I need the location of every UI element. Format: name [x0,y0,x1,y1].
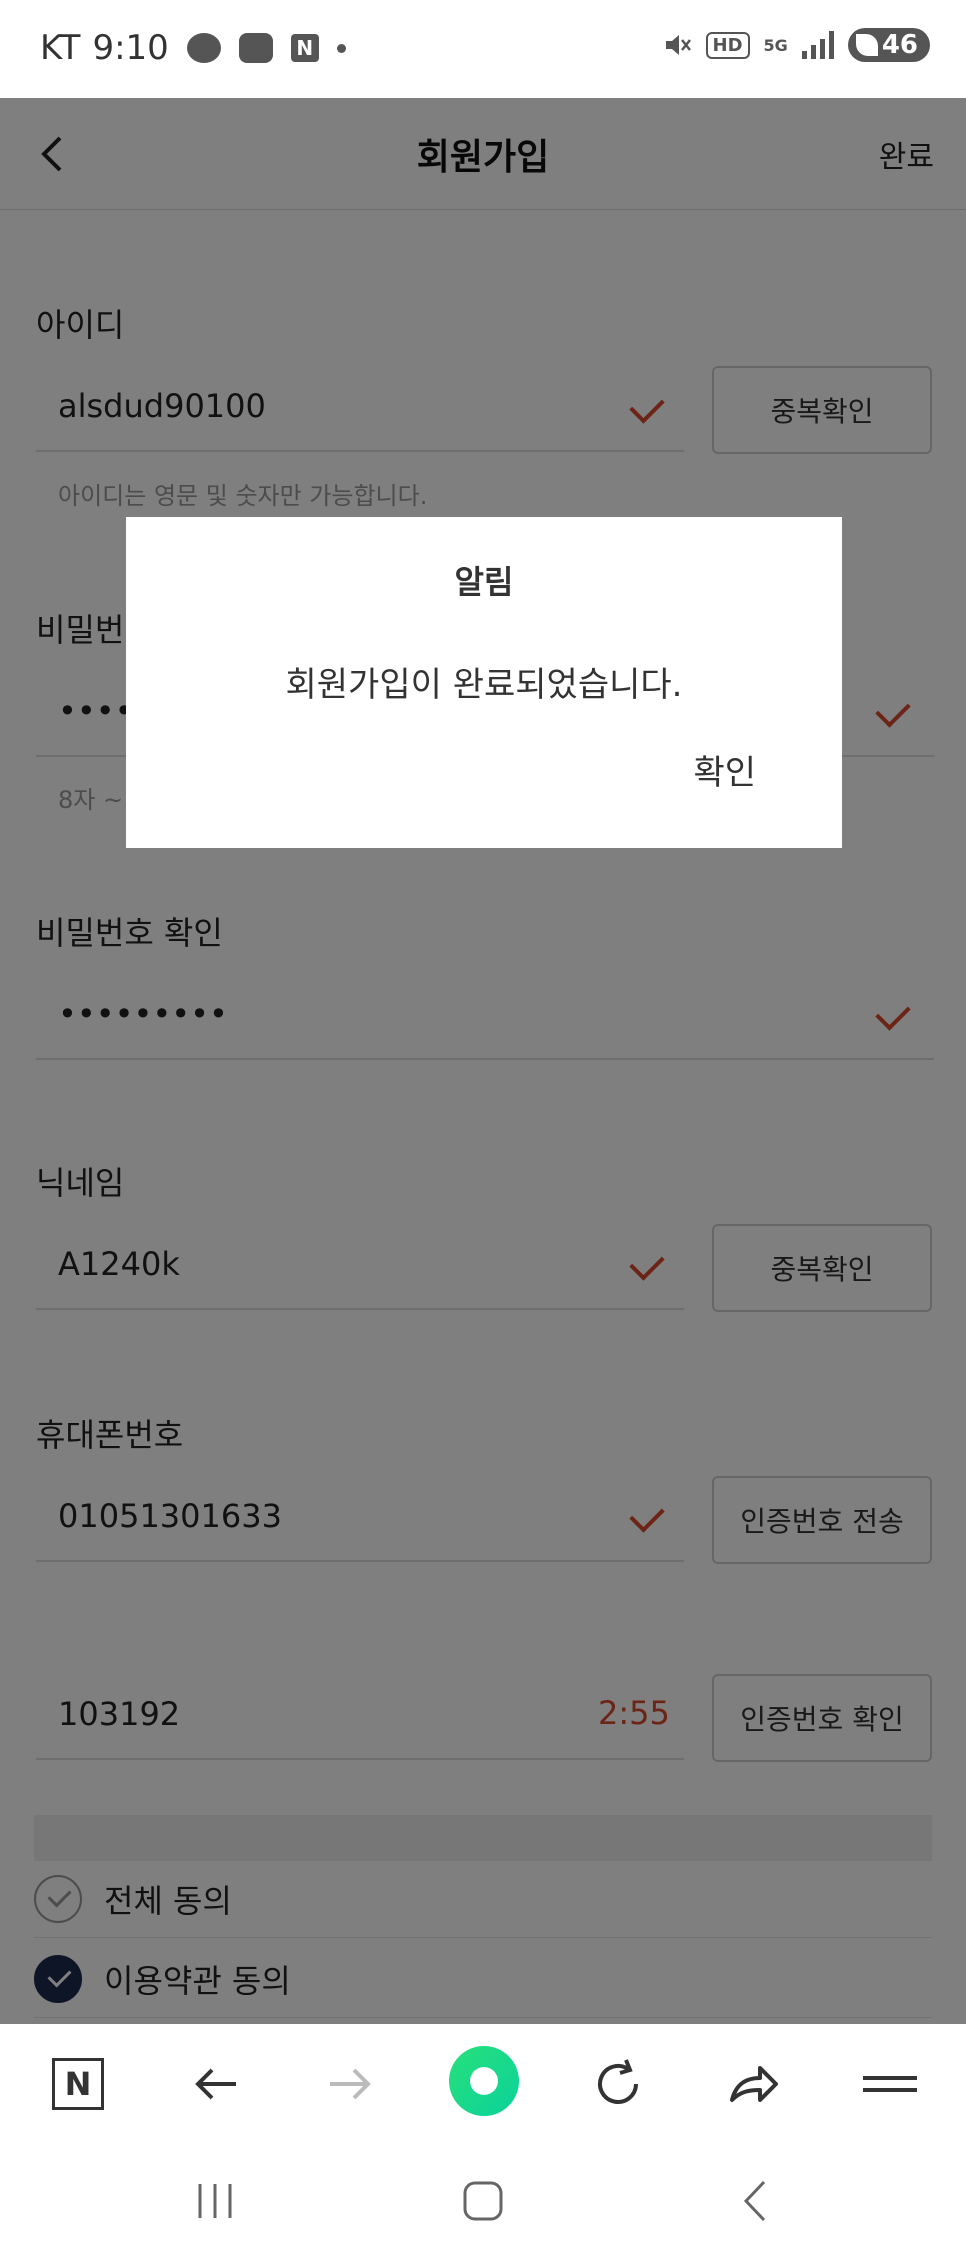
back-icon[interactable] [186,2054,246,2114]
battery-icon: 46 [847,28,930,62]
clock: 9:10 [92,28,169,68]
screenshot-icon [238,33,273,63]
green-dot-button[interactable] [449,2046,519,2116]
modal-overlay [0,98,966,2024]
hd-icon: HD [705,31,750,59]
chat-icon [186,33,221,63]
menu-icon[interactable] [860,2054,920,2114]
home-icon[interactable] [458,2176,508,2226]
system-back-icon[interactable] [732,2176,782,2226]
signal-icon [801,31,834,59]
alert-dialog: 알림 회원가입이 완료되었습니다. 확인 [126,517,842,848]
naver-home-button[interactable]: N [48,2054,108,2114]
system-nav-bar [0,2142,966,2254]
dialog-ok-button[interactable]: 확인 [693,745,756,794]
forward-icon[interactable] [320,2054,380,2114]
naver-notification-icon: N [290,34,319,62]
dialog-message: 회원가입이 완료되었습니다. [285,665,683,705]
refresh-icon[interactable] [588,2054,648,2114]
naver-logo-icon: N [52,2058,104,2110]
status-bar: KT 9:10 N HD 5G 46 [0,0,966,98]
browser-toolbar: N [0,2024,966,2142]
network-type-icon: 5G [763,35,788,55]
dialog-title: 알림 [454,563,514,601]
battery-level: 46 [881,30,918,60]
carrier-label: KT [40,28,81,68]
recent-apps-icon[interactable] [190,2176,240,2226]
more-notifications-icon [336,43,346,53]
share-icon[interactable] [724,2054,784,2114]
mute-icon [665,35,691,55]
